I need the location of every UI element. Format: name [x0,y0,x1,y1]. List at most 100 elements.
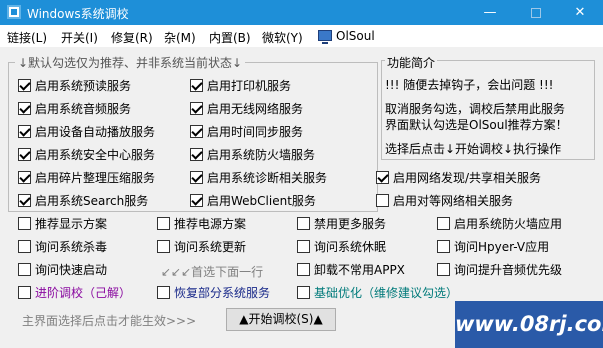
checkbox-box[interactable] [18,79,31,92]
checkbox-box[interactable] [437,240,450,253]
checkbox-box[interactable] [437,217,450,230]
minimize-button[interactable]: — [468,0,512,25]
menu-links[interactable]: 链接(L) [7,29,47,46]
checkbox-box[interactable] [18,263,31,276]
checkbox-label: 启用WebClient服务 [207,194,316,208]
function-info-line: 取消服务勾选，调校后禁用此服务 [385,102,566,116]
checkbox-diagnostics-service[interactable]: 启用系统诊断相关服务 [190,171,327,185]
checkbox-label: 询问系统杀毒 [35,240,108,254]
checkbox-box[interactable] [18,286,31,299]
checkbox-advanced-tuning[interactable]: 进阶调校（己解） [18,286,131,300]
menu-builtin[interactable]: 内置(B) [209,29,251,46]
checkbox-firewall-app[interactable]: 启用系统防火墙应用 [437,217,562,231]
checkbox-recommend-power[interactable]: 推荐电源方案 [157,217,246,231]
checkbox-box[interactable] [18,171,31,184]
checkbox-label: 进阶调校（己解） [35,286,132,300]
checkbox-box[interactable] [18,148,31,161]
checkbox-search-service[interactable]: 启用系统Search服务 [18,194,148,208]
checkbox-basic-optimize[interactable]: 基础优化（维修建议勾选） [297,286,458,300]
start-tuning-button[interactable]: ▲开始调校(S)▲ [226,308,336,331]
checkbox-label: 启用网络发现/共享相关服务 [393,171,542,185]
checkbox-restore-services[interactable]: 恢复部分系统服务 [157,286,270,300]
checkbox-printer-service[interactable]: 启用打印机服务 [190,79,291,93]
checkbox-timesync-service[interactable]: 启用时间同步服务 [190,125,303,139]
checkbox-box[interactable] [297,286,310,299]
checkbox-disable-more-services[interactable]: 禁用更多服务 [297,217,386,231]
checkbox-ask-antivirus[interactable]: 询问系统杀毒 [18,240,107,254]
checkbox-uninstall-appx[interactable]: 卸载不常用APPX [297,263,405,277]
menu-repair[interactable]: 修复(R) [111,29,153,46]
checkbox-label: 启用无线网络服务 [207,102,304,116]
function-info-title: 功能简介 [385,54,438,71]
function-info-line: 界面默认勾选是OlSoul推荐方案！ [385,118,568,132]
services-group-title: ↓默认勾选仅为推荐、并非系统当前状态↓ [15,54,246,71]
checkbox-label: 询问提升音频优先级 [454,263,563,277]
checkbox-box[interactable] [157,217,170,230]
checkbox-network-discovery-service[interactable]: 启用网络发现/共享相关服务 [376,171,541,185]
checkbox-label: 基础优化（维修建议勾选） [314,286,459,300]
close-button[interactable]: ✕ [558,0,602,25]
checkbox-box[interactable] [376,194,389,207]
checkbox-p2p-network-service[interactable]: 启用对等网络相关服务 [376,194,513,208]
site-watermark: www.08rj.com [455,301,603,348]
checkbox-firewall-service[interactable]: 启用系统防火墙服务 [190,148,315,162]
checkbox-box[interactable] [18,217,31,230]
checkbox-box[interactable] [190,194,203,207]
checkbox-ask-hibernate[interactable]: 询问系统休眠 [297,240,386,254]
checkbox-box[interactable] [190,125,203,138]
checkbox-label: 启用系统诊断相关服务 [207,171,328,185]
checkbox-ask-update[interactable]: 询问系统更新 [157,240,246,254]
checkbox-label: 启用系统Search服务 [35,194,149,208]
checkbox-label: 推荐显示方案 [35,217,108,231]
checkbox-box[interactable] [157,240,170,253]
checkbox-defrag-service[interactable]: 启用碎片整理压缩服务 [18,171,155,185]
checkbox-box[interactable] [190,148,203,161]
checkbox-recommend-display[interactable]: 推荐显示方案 [18,217,107,231]
menu-olsoul[interactable]: OlSoul [318,29,375,44]
checkbox-box[interactable] [437,263,450,276]
checkbox-box[interactable] [18,240,31,253]
checkbox-label: 启用系统安全中心服务 [35,148,156,162]
checkbox-box[interactable] [18,194,31,207]
checkbox-ask-hyperv[interactable]: 询问Hpyer-V应用 [437,240,549,254]
title-bar: Windows系统调校 — ✕ [0,0,603,25]
checkbox-box[interactable] [190,102,203,115]
checkbox-label: 恢复部分系统服务 [174,286,271,300]
checkbox-label: 启用系统音频服务 [35,102,132,116]
checkbox-security-center-service[interactable]: 启用系统安全中心服务 [18,148,155,162]
checkbox-box[interactable] [157,286,170,299]
checkbox-box[interactable] [18,125,31,138]
menu-microsoft[interactable]: 微软(Y) [262,29,303,46]
checkbox-label: 启用系统防火墙应用 [454,217,563,231]
checkbox-label: 卸载不常用APPX [314,263,405,277]
checkbox-audio-service[interactable]: 启用系统音频服务 [18,102,131,116]
checkbox-webclient-service[interactable]: 启用WebClient服务 [190,194,316,208]
checkbox-label: 询问Hpyer-V应用 [454,240,550,254]
monitor-icon [318,30,332,44]
checkbox-box[interactable] [18,102,31,115]
checkbox-label: 推荐电源方案 [174,217,247,231]
checkbox-label: 启用对等网络相关服务 [393,194,514,208]
checkbox-label: 启用设备自动播放服务 [35,125,156,139]
menu-switches[interactable]: 开关(I) [61,29,98,46]
checkbox-box[interactable] [297,240,310,253]
function-info-line: 选择后点击↓开始调校↓执行操作 [385,142,562,156]
checkbox-ask-audio-priority[interactable]: 询问提升音频优先级 [437,263,562,277]
checkbox-prefetch-service[interactable]: 启用系统预读服务 [18,79,131,93]
checkbox-label: 启用碎片整理压缩服务 [35,171,156,185]
menu-bar: 链接(L) 开关(I) 修复(R) 杂(M) 内置(B) 微软(Y) OlSou… [0,25,603,47]
checkbox-wireless-service[interactable]: 启用无线网络服务 [190,102,303,116]
checkbox-label: 启用系统预读服务 [35,79,132,93]
checkbox-box[interactable] [376,171,389,184]
checkbox-box[interactable] [190,79,203,92]
checkbox-box[interactable] [297,217,310,230]
maximize-button[interactable] [514,0,558,25]
function-info-warning: !!! 随便去掉钩子，会出问题 !!! [385,78,554,92]
checkbox-box[interactable] [297,263,310,276]
checkbox-label: 询问快速启动 [35,263,108,277]
menu-misc[interactable]: 杂(M) [164,29,196,46]
menu-olsoul-label: OlSoul [336,29,375,43]
checkbox-autoplay-service[interactable]: 启用设备自动播放服务 [18,125,155,139]
checkbox-ask-fast-startup[interactable]: 询问快速启动 [18,263,107,277]
checkbox-box[interactable] [190,171,203,184]
